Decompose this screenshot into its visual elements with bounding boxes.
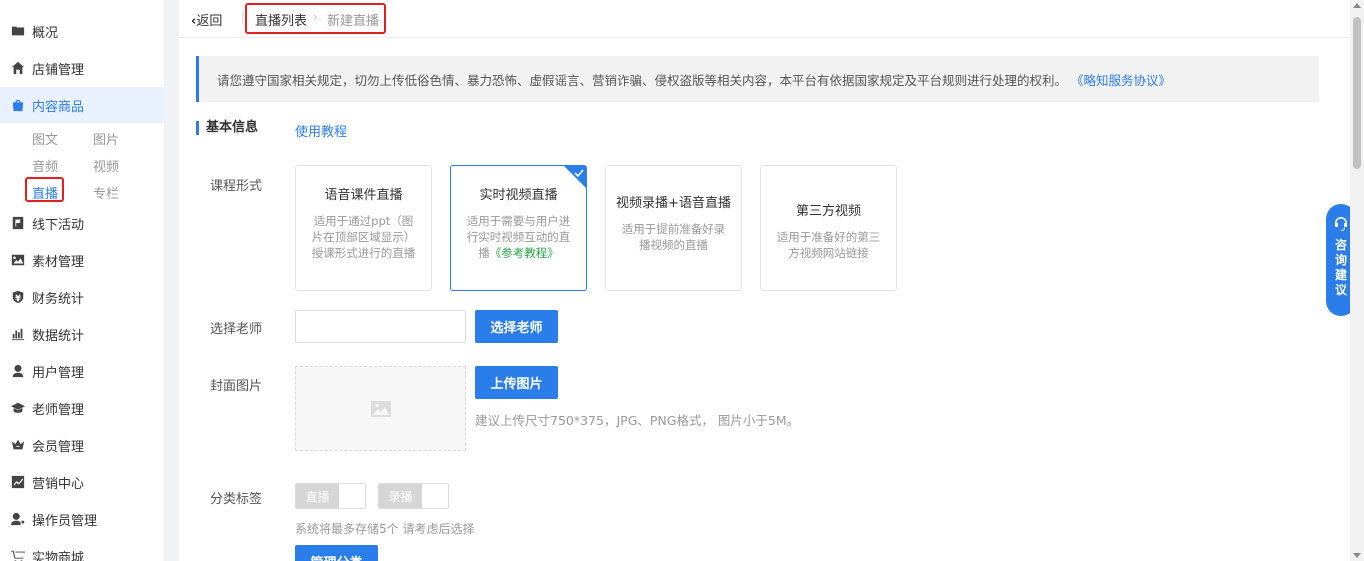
store-icon [10,60,26,76]
divider [179,37,1364,38]
headset-icon [1335,217,1347,231]
sidebar-item-label: 实物商城 [32,550,85,561]
vip-icon [10,437,26,453]
sidebar-item-teachers[interactable]: 老师管理 [0,390,164,426]
card-title: 语音课件直播 [324,188,403,203]
flag-icon [10,215,26,231]
sidebar-item-users[interactable]: 用户管理 [0,353,164,389]
overview-icon [10,23,26,39]
sidebar-item-finance[interactable]: 财务统计 [0,279,164,315]
card-title: 第三方视频 [795,204,861,219]
sub-item-picture[interactable]: 图片 [93,129,119,148]
sidebar-item-label: 会员管理 [32,439,85,455]
selected-check-icon [564,166,586,188]
sidebar-item-shop[interactable]: 实物商城 [0,538,164,561]
card-title: 视频录播+语音直播 [616,196,731,211]
back-button[interactable]: ‹返回 [191,10,222,29]
user-icon [10,363,26,379]
sidebar-item-offline-events[interactable]: 线下活动 [0,205,164,241]
sidebar-item-members[interactable]: 会员管理 [0,427,164,463]
manage-category-button[interactable]: 管理分类 [295,545,378,561]
section-title: 基本信息 [196,121,258,135]
tag-label-text: 直播 [296,484,339,508]
sub-item-audio[interactable]: 音频 [32,156,58,175]
teacher-input[interactable] [295,310,466,343]
card-desc: 适用于提前准备好录播视频的直播 [621,222,726,252]
upload-hint: 建议上传尺寸750*375，JPG、PNG格式， 图片小于5M。 [475,413,800,428]
sidebar-item-data-stats[interactable]: 数据统计 [0,316,164,352]
tag-label-text: 录播 [379,484,422,508]
cover-label: 封面图片 [210,379,263,394]
service-agreement-link[interactable]: 《略知服务协议》 [1071,70,1171,89]
compliance-notice: 请您遵守国家相关规定，切勿上传低俗色情、暴力恐怖、虚假谣言、营销诈骗、侵权盗版等… [196,56,1319,102]
highlight-box-live [25,177,64,202]
reference-tutorial-link[interactable]: 《参考教程》 [490,246,559,260]
graduation-cap-icon [10,400,26,416]
tag-toggle-recorded[interactable]: 录播 [378,483,449,509]
sidebar-item-label: 用户管理 [32,365,85,381]
scrollbar[interactable] [1350,0,1364,561]
bar-chart-icon [10,326,26,342]
image-icon [10,252,26,268]
sidebar-item-label: 内容商品 [32,99,85,115]
trend-icon [10,474,26,490]
upload-image-button[interactable]: 上传图片 [475,366,558,399]
sidebar-item-label: 素材管理 [32,254,85,270]
select-teacher-button[interactable]: 选择老师 [475,310,558,343]
card-desc: 适用于准备好的第三方视频网站链接 [776,230,881,260]
sub-item-video[interactable]: 视频 [93,156,119,175]
scroll-down-icon[interactable] [1353,553,1361,558]
sidebar-item-label: 操作员管理 [32,513,98,529]
course-card-voice-courseware[interactable]: 语音课件直播 适用于通过ppt（图片在顶部区域显示）授课形式进行的直播 [295,165,432,291]
card-desc: 适用于需要与用户进行实时视频互动的直播《参考教程》 [465,213,572,261]
back-label: 返回 [196,14,223,29]
notice-text: 请您遵守国家相关规定，切勿上传低俗色情、暴力恐怖、虚假谣言、营销诈骗、侵权盗版等… [217,72,1068,88]
sidebar: 概况 店铺管理 内容商品 图文 图片 音频 视频 直播 专栏 线下活动 素材管理… [0,0,164,561]
finance-icon [10,289,26,305]
consult-label: 咨询建议 [1334,238,1347,297]
course-card-recorded-voice[interactable]: 视频录播+语音直播 适用于提前准备好录播视频的直播 [605,165,742,291]
sidebar-item-label: 老师管理 [32,402,85,418]
operator-icon [10,511,26,527]
tag-label: 分类标签 [210,492,263,507]
sub-item-article[interactable]: 图文 [32,129,58,148]
sidebar-item-content-goods[interactable]: 内容商品 [0,87,164,123]
image-placeholder-icon [370,400,391,417]
sidebar-item-label: 线下活动 [32,217,85,233]
bag-icon [10,97,26,113]
sidebar-item-label: 财务统计 [32,291,85,307]
teacher-label: 选择老师 [210,322,263,337]
sidebar-item-label: 营销中心 [32,476,85,492]
tag-toggle-live[interactable]: 直播 [295,483,366,509]
sidebar-item-materials[interactable]: 素材管理 [0,242,164,278]
sidebar-item-store[interactable]: 店铺管理 [0,50,164,86]
course-card-third-party-video[interactable]: 第三方视频 适用于准备好的第三方视频网站链接 [760,165,897,291]
card-title: 实时视频直播 [479,188,558,203]
sidebar-item-label: 店铺管理 [32,62,85,78]
card-desc: 适用于通过ppt（图片在顶部区域显示）授课形式进行的直播 [311,214,416,260]
divider [242,11,243,25]
sidebar-item-marketing[interactable]: 营销中心 [0,464,164,500]
sidebar-item-operators[interactable]: 操作员管理 [0,501,164,537]
cart-icon [10,548,26,561]
sidebar-item-label: 数据统计 [32,328,85,344]
sidebar-item-overview[interactable]: 概况 [0,13,164,49]
main-panel: ‹返回 直播列表 › 新建直播 请您遵守国家相关规定，切勿上传低俗色情、暴力恐怖… [179,0,1364,561]
cover-image-placeholder[interactable] [295,366,466,451]
sub-item-column[interactable]: 专栏 [93,183,119,202]
tag-hint: 系统将最多存储5个 请考虑后选择 [295,522,475,536]
scrollbar-thumb[interactable] [1353,17,1361,169]
course-form-label: 课程形式 [210,179,263,194]
tutorial-link[interactable]: 使用教程 [295,121,347,140]
sidebar-item-label: 概况 [32,25,59,41]
course-card-realtime-video[interactable]: 实时视频直播 适用于需要与用户进行实时视频互动的直播《参考教程》 [450,165,587,291]
scroll-up-icon[interactable] [1353,3,1361,8]
highlight-box-breadcrumb [245,3,386,34]
